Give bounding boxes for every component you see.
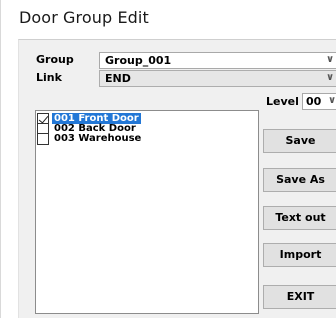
- chevron-down-icon[interactable]: ∨: [325, 54, 335, 66]
- group-label: Group: [36, 53, 74, 66]
- save-button[interactable]: Save: [263, 129, 336, 153]
- door-group-edit-window: Door Group Edit Group Group_001 ∨ Link E…: [0, 0, 336, 318]
- link-select[interactable]: END ∨: [99, 70, 336, 87]
- level-label: Level: [266, 95, 299, 108]
- door-list[interactable]: 001 Front Door 002 Back Door 003 Warehou…: [35, 110, 259, 314]
- main-panel: Group Group_001 ∨ Link END ∨ Level 00 ∨ …: [18, 39, 336, 318]
- text-out-button[interactable]: Text out: [263, 206, 336, 230]
- level-select[interactable]: 00 ∨: [302, 93, 336, 110]
- import-button[interactable]: Import: [263, 243, 336, 267]
- window-title: Door Group Edit: [19, 8, 149, 27]
- exit-button[interactable]: EXIT: [263, 285, 336, 309]
- group-select[interactable]: Group_001 ∨: [99, 52, 336, 69]
- checkbox-icon[interactable]: [37, 133, 49, 145]
- list-item[interactable]: 003 Warehouse: [36, 133, 256, 145]
- list-item-label: 003 Warehouse: [54, 133, 142, 144]
- link-label: Link: [36, 71, 62, 84]
- chevron-down-icon[interactable]: ∨: [325, 72, 335, 84]
- group-value: Group_001: [105, 54, 172, 67]
- save-as-button[interactable]: Save As: [263, 168, 336, 192]
- link-value: END: [105, 72, 131, 85]
- chevron-down-icon[interactable]: ∨: [327, 95, 336, 107]
- level-value: 00: [306, 95, 322, 108]
